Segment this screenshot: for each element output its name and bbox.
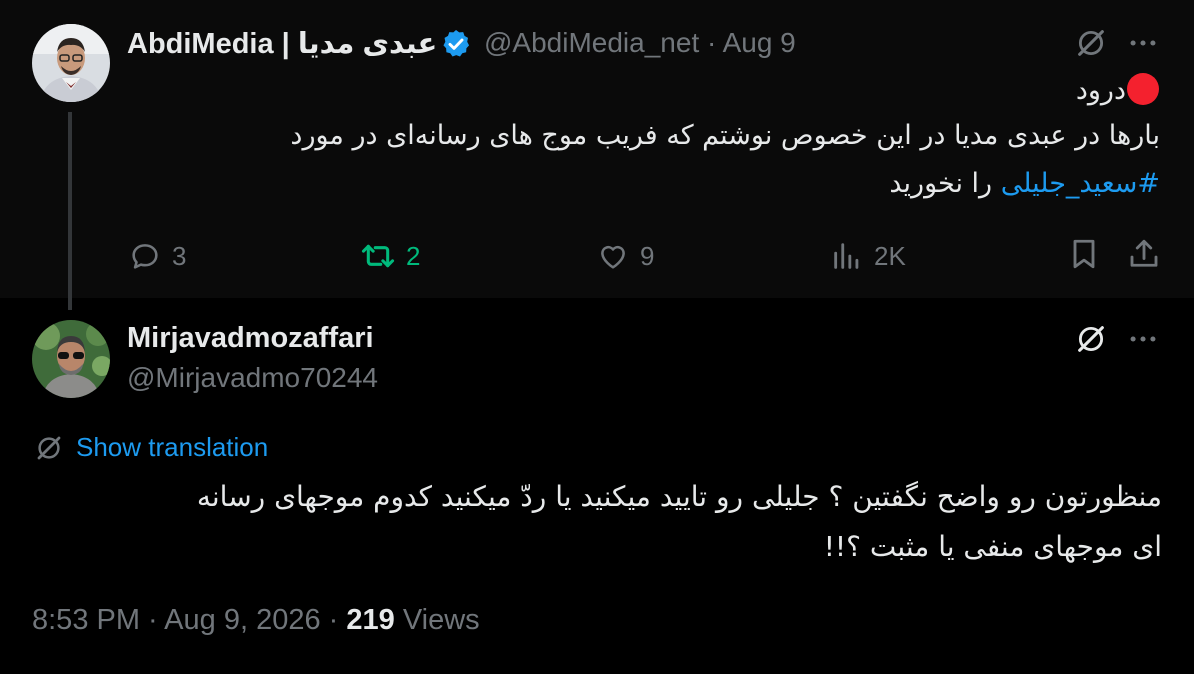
post-date[interactable]: Aug 9, 2026 [164, 604, 320, 636]
views-icon [834, 243, 859, 269]
like-icon [601, 245, 625, 269]
show-translation-label[interactable]: Show translation [76, 432, 268, 463]
like-button[interactable]: 9 [596, 236, 654, 276]
author-handle-and-date[interactable]: @AbdiMedia_net · Aug 9 [484, 27, 796, 59]
hashtag-link[interactable]: #سعید_جلیلی [1001, 168, 1160, 199]
more-icon[interactable] [1126, 30, 1160, 56]
translate-icon [37, 436, 61, 459]
separator: · [707, 27, 717, 58]
tweet-text-line-2: ای موجهای منفی یا مثبت ؟!! [823, 530, 1162, 563]
post-time[interactable]: 8:53 PM [32, 604, 140, 636]
red-circle-emoji [1127, 73, 1159, 105]
views-count: 2K [874, 240, 906, 271]
share-icon[interactable] [1126, 236, 1162, 272]
like-count: 9 [640, 240, 655, 271]
post-metadata: 8:53 PM · Aug 9, 2026 · 219 Views [32, 604, 480, 636]
grok-icon[interactable] [1074, 26, 1108, 60]
tweet-text-line-1: درود [1076, 72, 1160, 106]
avatar[interactable] [32, 24, 110, 102]
views-label: Views [394, 604, 480, 636]
tweet-text-line-1: منظورتون رو واضح نگفتین ؟ جلیلی رو تایید… [196, 480, 1162, 513]
views-button[interactable]: 2K [830, 236, 906, 276]
grok-icon[interactable] [1074, 322, 1108, 356]
repost-button[interactable]: 2 [360, 236, 420, 276]
more-icon[interactable] [1126, 326, 1160, 352]
reply-button[interactable]: 3 [128, 236, 186, 276]
author-display-name[interactable]: Mirjavadmozaffari [127, 322, 374, 355]
author-handle[interactable]: @AbdiMedia_net [484, 27, 699, 58]
thread-connector-line [68, 112, 72, 310]
avatar[interactable] [32, 320, 110, 398]
verified-badge-icon [443, 30, 470, 57]
bookmark-icon[interactable] [1066, 236, 1102, 272]
repost-icon [361, 244, 395, 268]
tweet-text-line-3: #سعید_جلیلی را نخورید [889, 168, 1160, 199]
repost-count: 2 [406, 240, 421, 271]
post-date[interactable]: Aug 9 [723, 27, 796, 58]
show-translation-link[interactable]: Show translation [34, 432, 268, 463]
author-handle[interactable]: @Mirjavadmo70244 [127, 362, 378, 394]
author-display-name[interactable]: AbdiMedia | عبدی مدیا [127, 26, 437, 61]
views-count: 219 [346, 604, 395, 636]
tweet-text-line-2: بارها در عبدی مدیا در این خصوص نوشتم که … [290, 120, 1160, 151]
reply-count: 3 [172, 240, 187, 271]
reply-icon [132, 244, 158, 269]
